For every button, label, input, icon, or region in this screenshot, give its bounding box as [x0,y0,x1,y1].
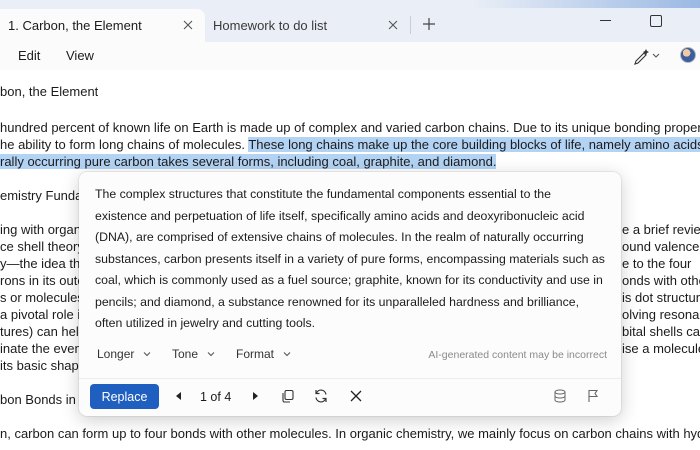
rewrite-options: Longer Tone Format AI-generated content … [79,340,621,370]
title-bar: 1. Carbon, the Element Homework to do li… [0,0,700,42]
regenerate-button[interactable] [313,388,329,404]
length-label: Longer [97,347,135,361]
tab-label: 1. Carbon, the Element [8,18,142,33]
paragraph-fragment: ise a molecule [622,341,700,356]
section-heading: emistry Fundan [0,188,90,203]
paragraph-line: n, carbon can form up to four bonds with… [0,426,700,441]
menu-bar: Edit View [0,42,700,70]
menu-view[interactable]: View [66,48,94,63]
copy-icon [282,389,294,403]
close-icon [350,390,362,402]
maximize-button[interactable] [646,10,666,30]
rewrite-toolbar: Replace 1 of 4 [79,378,621,412]
replace-button[interactable]: Replace [90,384,159,409]
flag-icon [588,389,599,402]
minimize-button[interactable] [596,10,616,30]
paragraph-fragment: e a brief revie [622,222,700,237]
paragraph-fragment: y—the idea tha [0,256,80,271]
tab-divider [410,16,411,34]
paragraph-line: hundred percent of known life on Earth i… [0,120,700,135]
feedback-button[interactable] [585,388,601,404]
paragraph-fragment: rons in its outer [0,273,80,288]
new-tab-button[interactable] [420,15,438,33]
ai-disclaimer: AI-generated content may be incorrect [428,349,607,361]
next-button[interactable] [247,388,263,404]
text-run: he ability to form long chains of molecu… [0,137,249,152]
tab-homework[interactable]: Homework to do list [205,9,410,42]
suggestion-pager: 1 of 4 [200,390,232,404]
paragraph-fragment: ce shell theory, [0,239,80,254]
chevron-down-icon [283,352,291,357]
previous-icon [176,392,181,400]
paragraph-fragment: s or molecules. [0,290,80,305]
paragraph-fragment: tures) can help [0,324,80,339]
paragraph-line: rally occurring pure carbon takes severa… [0,153,497,170]
pen-sparkle-icon [634,49,660,65]
paragraph-fragment: ound valence s [622,239,700,254]
length-dropdown[interactable]: Longer [97,347,152,361]
paragraph-fragment: is dot structure [622,290,700,305]
chevron-down-icon [143,352,151,357]
tone-dropdown[interactable]: Tone [172,347,216,361]
dismiss-button[interactable] [348,388,364,404]
avatar[interactable] [680,47,696,63]
selected-text: rally occurring pure carbon takes severa… [0,154,497,169]
refresh-icon [315,389,327,403]
tab-label: Homework to do list [213,18,328,33]
paragraph-fragment: bital shells can [622,324,700,339]
document-title: bon, the Element [0,84,99,99]
close-icon[interactable] [181,18,195,32]
paragraph-fragment: its basic shape [0,358,80,373]
titlebar-glow [470,0,700,8]
paragraph-fragment: olving resonant [622,307,700,322]
copy-button[interactable] [280,388,296,404]
stack-icon [554,389,566,403]
paragraph-fragment: a pivotal role in [0,307,80,322]
paragraph-fragment: inate the event [0,341,80,356]
tone-label: Tone [172,347,199,361]
section-heading: bon Bonds in C [0,392,80,407]
tab-carbon-element[interactable]: 1. Carbon, the Element [0,9,205,42]
paragraph-fragment: onds with other [622,273,700,288]
format-dropdown[interactable]: Format [236,347,292,361]
previous-button[interactable] [171,388,187,404]
selected-text: These long chains make up the core build… [248,137,700,152]
next-icon [253,392,258,400]
rewrite-popup: The complex structures that constitute t… [79,172,621,416]
copilot-rewrite-button[interactable] [631,46,661,66]
format-label: Format [236,347,275,361]
stack-button[interactable] [552,388,568,404]
menu-edit[interactable]: Edit [18,48,40,63]
plus-icon [423,18,435,30]
paragraph-line: he ability to form long chains of molecu… [0,136,700,153]
rewrite-suggestion-text: The complex structures that constitute t… [95,187,605,330]
paragraph-fragment: ing with organi [0,222,80,237]
chevron-down-icon [207,352,215,357]
paragraph-fragment: e to the four [622,256,692,271]
close-icon[interactable] [386,18,400,32]
